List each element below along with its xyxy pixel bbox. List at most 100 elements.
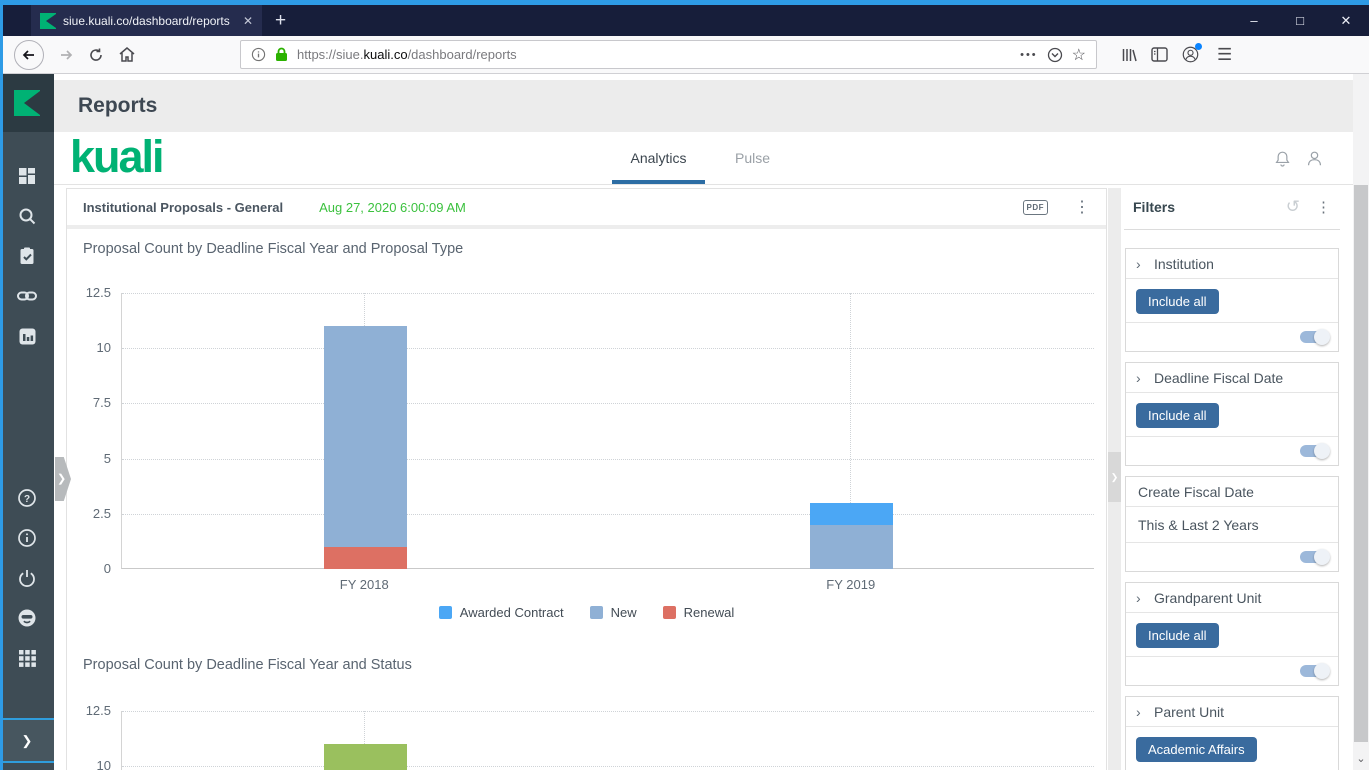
- page-scrollbar-track[interactable]: ⌄: [1353, 74, 1369, 770]
- content-area: Institutional Proposals - General Aug 27…: [54, 185, 1369, 770]
- sidebar-item-info[interactable]: [0, 518, 54, 558]
- titlebar-spacer: [299, 5, 1231, 36]
- sidebar-top-icons: [0, 132, 54, 356]
- legend-item[interactable]: Renewal: [663, 605, 735, 620]
- filter-section-create-fiscal-date: Create Fiscal Date This & Last 2 Years: [1125, 476, 1339, 572]
- filter-chip[interactable]: Include all: [1136, 403, 1219, 428]
- filter-label: Institution: [1154, 256, 1214, 272]
- y-axis-tick-label: 7.5: [67, 395, 111, 411]
- report-scrollbar-track[interactable]: ❯: [1108, 188, 1121, 770]
- sidebar-item-help[interactable]: ?: [0, 478, 54, 518]
- bar-segment[interactable]: [324, 547, 407, 569]
- sidebar-item-links[interactable]: [0, 276, 54, 316]
- filter-toggle-row: [1126, 543, 1338, 571]
- bar-segment[interactable]: [324, 326, 407, 547]
- filter-section-header[interactable]: › Institution: [1126, 249, 1338, 279]
- scroll-down-button[interactable]: ⌄: [1353, 752, 1369, 768]
- bar-segment[interactable]: [810, 525, 893, 569]
- filters-menu-icon[interactable]: ⋮: [1316, 198, 1331, 216]
- chart1-legend: Awarded Contract New Renewal: [67, 605, 1106, 620]
- filter-toggle-row: [1126, 323, 1338, 351]
- filter-chip[interactable]: Include all: [1136, 623, 1219, 648]
- filters-reset-icon[interactable]: ↺: [1286, 197, 1300, 217]
- library-button[interactable]: [1121, 47, 1137, 63]
- info-icon: [17, 528, 37, 548]
- sidebar-expand-button[interactable]: ❯: [0, 718, 54, 763]
- feedback-face-icon: [17, 608, 37, 628]
- filter-chip[interactable]: Academic Affairs: [1136, 737, 1257, 762]
- app-header: kuali Analytics Pulse: [54, 132, 1369, 185]
- filter-toggle[interactable]: [1300, 445, 1328, 457]
- back-button[interactable]: [14, 40, 44, 70]
- sidebar-item-logout[interactable]: [0, 558, 54, 598]
- filter-section-institution: › Institution Include all: [1125, 248, 1339, 352]
- filters-panel: Filters ↺ ⋮ › Institution Include all: [1124, 185, 1340, 770]
- sidebar-item-search[interactable]: [0, 196, 54, 236]
- export-pdf-button[interactable]: PDF: [1023, 200, 1049, 215]
- sidebars-button[interactable]: [1151, 47, 1168, 62]
- home-button[interactable]: [118, 46, 136, 63]
- bookmark-star-icon[interactable]: ☆: [1072, 45, 1086, 65]
- new-tab-button[interactable]: +: [262, 5, 299, 36]
- filter-section-header[interactable]: Create Fiscal Date: [1126, 477, 1338, 507]
- page-title: Reports: [78, 94, 157, 118]
- bar-segment[interactable]: [324, 744, 407, 770]
- report-card: Institutional Proposals - General Aug 27…: [66, 188, 1107, 770]
- filter-section-header[interactable]: › Grandparent Unit: [1126, 583, 1338, 613]
- report-menu-icon[interactable]: ⋮: [1074, 197, 1090, 217]
- sidebar-item-apps[interactable]: [0, 638, 54, 678]
- sidebar-item-dashboard[interactable]: [0, 156, 54, 196]
- pocket-icon[interactable]: [1047, 47, 1063, 63]
- page-scrollbar-thumb[interactable]: [1354, 185, 1368, 742]
- tab-close-icon[interactable]: ✕: [239, 14, 253, 28]
- y-axis-tick-label: 2.5: [67, 506, 111, 522]
- window-minimize-button[interactable]: –: [1231, 5, 1277, 36]
- page-actions-icon[interactable]: •••: [1020, 49, 1038, 61]
- tab-analytics[interactable]: Analytics: [612, 132, 705, 184]
- window-controls: – □ ✕: [1231, 5, 1369, 36]
- notifications-bell-icon[interactable]: [1273, 149, 1292, 168]
- filter-toggle[interactable]: [1300, 331, 1328, 343]
- sidebar-item-tasks[interactable]: [0, 236, 54, 276]
- legend-item[interactable]: Awarded Contract: [439, 605, 564, 620]
- legend-item[interactable]: New: [590, 605, 637, 620]
- url-text: https://siue.kuali.co/dashboard/reports: [297, 47, 517, 62]
- filter-label: Create Fiscal Date: [1138, 484, 1254, 500]
- filter-section-header[interactable]: › Parent Unit: [1126, 697, 1338, 727]
- filter-section-header[interactable]: › Deadline Fiscal Date: [1126, 363, 1338, 393]
- url-bar[interactable]: https://siue.kuali.co/dashboard/reports …: [240, 40, 1097, 69]
- page-info-icon[interactable]: [251, 47, 266, 62]
- kuali-favicon-icon: [40, 13, 56, 29]
- menu-button[interactable]: ☰: [1217, 45, 1232, 65]
- filter-toggle[interactable]: [1300, 665, 1328, 677]
- toggle-knob: [1314, 329, 1330, 345]
- account-notification-dot: [1195, 43, 1202, 50]
- filter-toggle-row: [1126, 437, 1338, 465]
- sidebar-logo[interactable]: [0, 74, 54, 132]
- filter-toggle[interactable]: [1300, 551, 1328, 563]
- account-button[interactable]: [1182, 46, 1199, 63]
- browser-tab[interactable]: siue.kuali.co/dashboard/reports ✕: [31, 5, 262, 36]
- kuali-logo-icon: [14, 90, 40, 116]
- report-scrollbar-thumb[interactable]: ❯: [1108, 452, 1121, 502]
- reload-button[interactable]: [88, 47, 104, 63]
- tab-analytics-label: Analytics: [630, 150, 686, 166]
- user-profile-icon[interactable]: [1305, 149, 1324, 168]
- tab-pulse[interactable]: Pulse: [715, 132, 790, 184]
- kuali-wordmark: kuali: [70, 129, 163, 185]
- filter-label: Parent Unit: [1154, 704, 1224, 720]
- window-close-button[interactable]: ✕: [1323, 5, 1369, 36]
- filter-chip[interactable]: Include all: [1136, 289, 1219, 314]
- reports-title-band: Reports: [54, 80, 1369, 132]
- filter-section-parent-unit: › Parent Unit Academic Affairs: [1125, 696, 1339, 770]
- filter-value[interactable]: This & Last 2 Years: [1126, 507, 1338, 543]
- chart1-x-axis: FY 2018FY 2019: [121, 577, 1094, 593]
- app-window: ? ❯ Reports kuali Analytics Pul: [0, 74, 1369, 770]
- https-lock-icon[interactable]: [275, 47, 288, 62]
- forward-button[interactable]: [58, 47, 74, 63]
- x-axis-tick-label: FY 2018: [304, 577, 424, 592]
- window-maximize-button[interactable]: □: [1277, 5, 1323, 36]
- sidebar-item-reports[interactable]: [0, 316, 54, 356]
- bar-segment[interactable]: [810, 503, 893, 525]
- sidebar-item-feedback[interactable]: [0, 598, 54, 638]
